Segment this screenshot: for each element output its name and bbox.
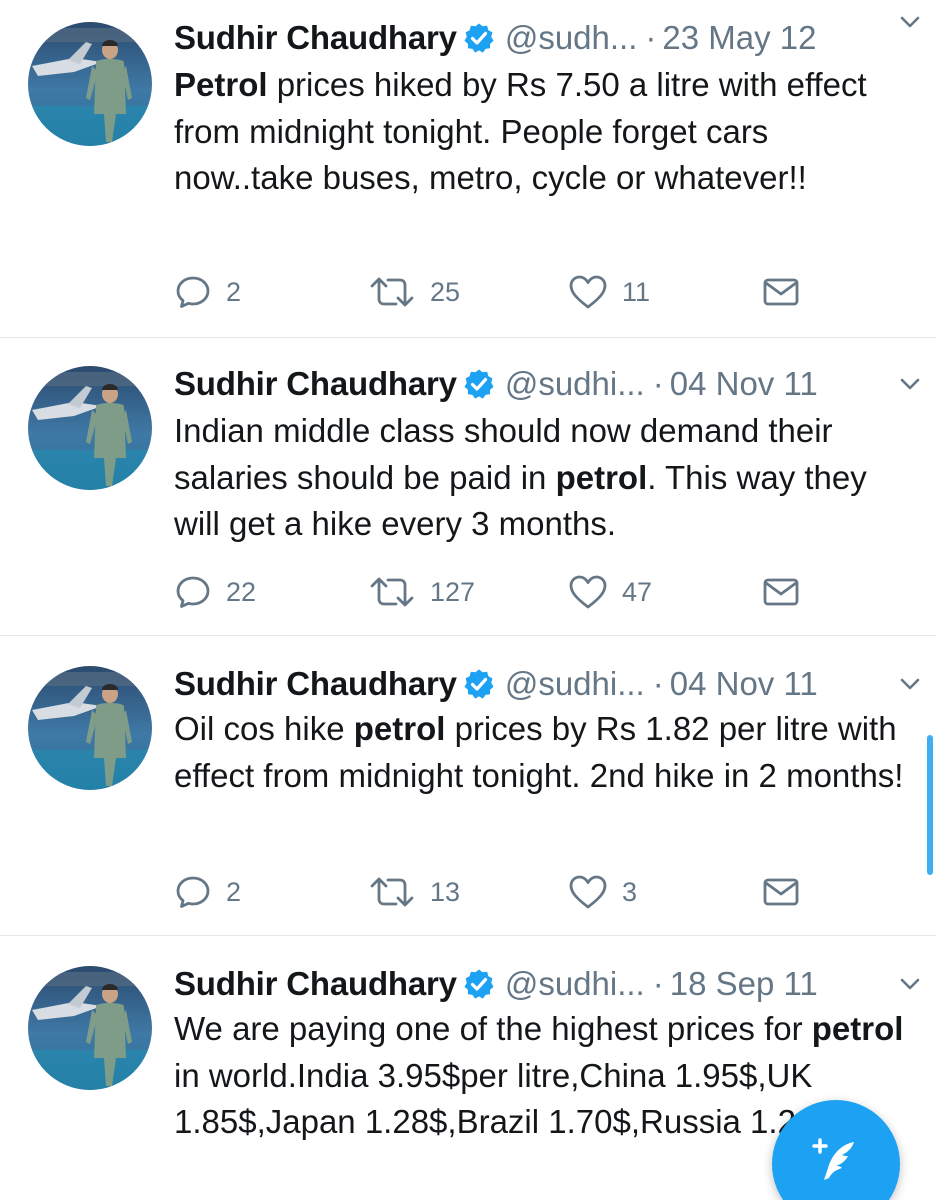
avatar[interactable]	[28, 966, 152, 1090]
tweet-actions: 22 127 47	[174, 572, 914, 612]
chevron-down-icon[interactable]	[896, 970, 924, 998]
author-handle[interactable]: @sudhi...	[505, 365, 645, 403]
tweet-header: Sudhir Chaudhary @sudhi... · 04 Nov 11	[174, 362, 914, 406]
retweet-button[interactable]: 127	[368, 572, 475, 612]
author-name[interactable]: Sudhir Chaudhary	[174, 665, 457, 703]
heart-icon	[568, 874, 608, 910]
author-handle[interactable]: @sudh...	[505, 19, 638, 57]
tweet-3[interactable]: Sudhir Chaudhary @sudhi... · 04 Nov 11 O…	[0, 636, 936, 936]
verified-badge-icon	[463, 368, 495, 400]
tweet-actions: 2 13 3	[174, 872, 914, 912]
separator-dot: ·	[652, 965, 664, 1002]
direct-message-button[interactable]	[762, 272, 800, 312]
like-button[interactable]: 11	[568, 272, 650, 312]
scrollbar[interactable]	[927, 735, 933, 875]
tweet-date[interactable]: 04 Nov 11	[670, 365, 818, 403]
verified-badge-icon	[463, 668, 495, 700]
author-name[interactable]: Sudhir Chaudhary	[174, 19, 457, 57]
separator-dot: ·	[645, 19, 657, 56]
author-name[interactable]: Sudhir Chaudhary	[174, 965, 457, 1003]
like-button[interactable]: 47	[568, 572, 652, 612]
tweet-header: Sudhir Chaudhary @sudhi... · 04 Nov 11	[174, 662, 914, 706]
tweet-date[interactable]: 18 Sep 11	[670, 965, 818, 1003]
retweet-icon	[368, 274, 416, 310]
reply-icon	[174, 873, 212, 911]
tweet-text-run: Oil cos hike	[174, 710, 354, 747]
tweet-text: Oil cos hike petrol prices by Rs 1.82 pe…	[174, 706, 914, 799]
highlighted-keyword: petrol	[353, 710, 446, 747]
retweet-icon	[368, 574, 416, 610]
chevron-down-icon[interactable]	[896, 8, 924, 36]
reply-count: 2	[226, 276, 242, 307]
verified-badge-icon	[463, 22, 495, 54]
separator-dot: ·	[652, 665, 664, 702]
tweet-text: Petrol prices hiked by Rs 7.50 a litre w…	[174, 62, 914, 202]
reply-button[interactable]: 2	[174, 872, 241, 912]
like-count: 11	[622, 276, 651, 307]
separator-dot: ·	[652, 365, 664, 402]
envelope-icon	[762, 577, 800, 607]
reply-icon	[174, 573, 212, 611]
tweet-header: Sudhir Chaudhary @sudhi... · 18 Sep 11	[174, 962, 914, 1006]
tweet-header: Sudhir Chaudhary @sudh... · 23 May 12	[174, 16, 914, 60]
direct-message-button[interactable]	[762, 572, 800, 612]
reply-icon	[174, 273, 212, 311]
tweet-actions: 2 25 11	[174, 272, 914, 312]
avatar[interactable]	[28, 22, 152, 146]
heart-icon	[568, 274, 608, 310]
retweet-count: 127	[430, 576, 476, 607]
envelope-icon	[762, 277, 800, 307]
tweet-1[interactable]: Sudhir Chaudhary @sudh... · 23 May 12 Pe…	[0, 0, 936, 338]
avatar[interactable]	[28, 366, 152, 490]
author-name[interactable]: Sudhir Chaudhary	[174, 365, 457, 403]
direct-message-button[interactable]	[762, 872, 800, 912]
highlighted-keyword: petrol	[811, 1010, 904, 1047]
like-button[interactable]: 3	[568, 872, 637, 912]
author-handle[interactable]: @sudhi...	[505, 665, 645, 703]
tweet-text-run: We are paying one of the highest prices …	[174, 1010, 812, 1047]
like-count: 47	[622, 576, 653, 607]
retweet-count: 13	[430, 876, 461, 907]
retweet-count: 25	[430, 276, 461, 307]
retweet-button[interactable]: 13	[368, 872, 460, 912]
retweet-button[interactable]: 25	[368, 272, 460, 312]
avatar[interactable]	[28, 666, 152, 790]
reply-count: 22	[226, 576, 257, 607]
reply-button[interactable]: 22	[174, 572, 256, 612]
tweet-text: Indian middle class should now demand th…	[174, 408, 914, 548]
tweet-date[interactable]: 23 May 12	[662, 19, 816, 57]
envelope-icon	[762, 877, 800, 907]
highlighted-keyword: Petrol	[174, 66, 268, 103]
tweet-text-run: in world.India 3.95$per litre,China 1.95…	[174, 1056, 833, 1141]
author-handle[interactable]: @sudhi...	[505, 965, 645, 1003]
retweet-icon	[368, 874, 416, 910]
chevron-down-icon[interactable]	[896, 670, 924, 698]
heart-icon	[568, 574, 608, 610]
like-count: 3	[622, 876, 638, 907]
reply-button[interactable]: 2	[174, 272, 241, 312]
highlighted-keyword: petrol	[555, 458, 648, 496]
tweet-text-run: prices hiked by Rs 7.50 a litre with eff…	[174, 66, 867, 196]
verified-badge-icon	[463, 968, 495, 1000]
tweet-2[interactable]: Sudhir Chaudhary @sudhi... · 04 Nov 11 I…	[0, 338, 936, 636]
chevron-down-icon[interactable]	[896, 370, 924, 398]
tweet-date[interactable]: 04 Nov 11	[670, 665, 818, 703]
reply-count: 2	[226, 876, 242, 907]
